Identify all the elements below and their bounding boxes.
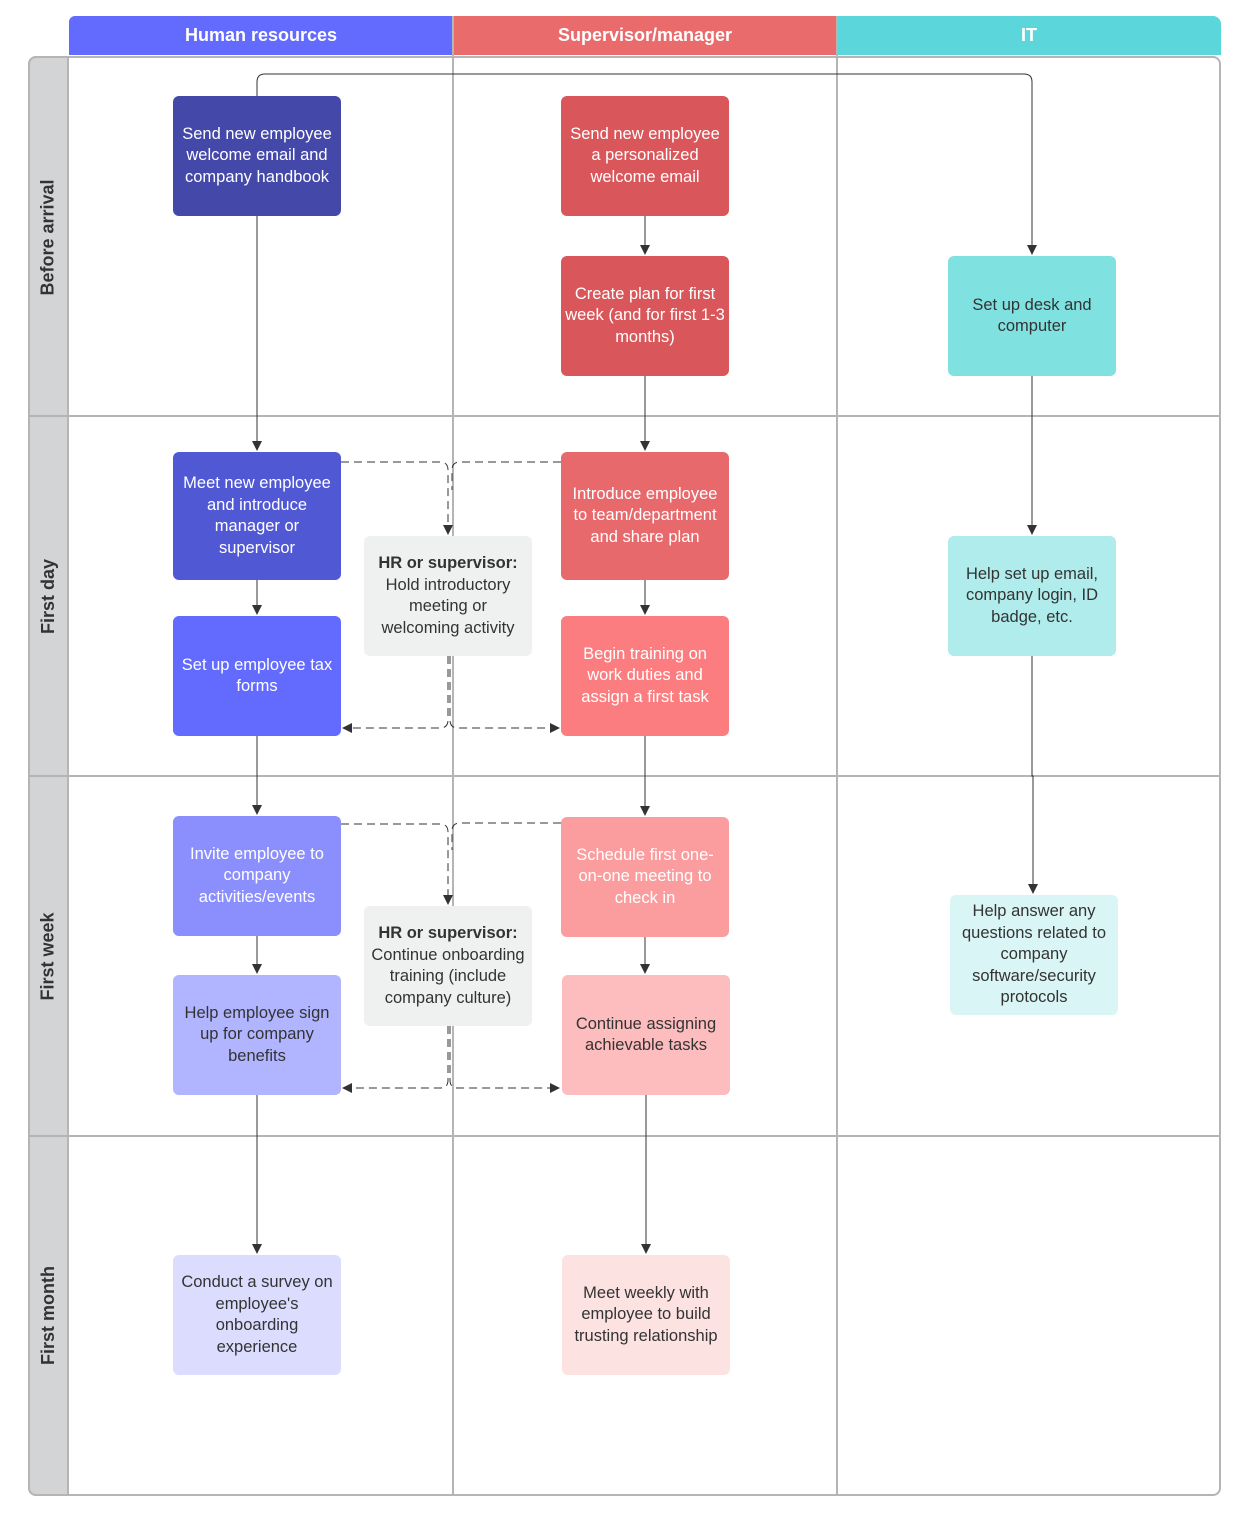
node-sup-create-plan[interactable]: Create plan for first week (and for firs… [561,256,729,376]
phase-label: First month [38,1265,58,1365]
node-text: Continue assigning achievable tasks [575,1014,717,1055]
node-text: Continue onboarding training (include co… [371,945,525,1007]
row-divider [28,1135,1221,1137]
node-it-email-login[interactable]: Help set up email, company login, ID bad… [948,536,1116,656]
lane-divider [836,16,838,1496]
node-text: Help answer any questions related to com… [961,902,1106,1007]
phase-before-arrival: Before arrival [28,56,69,416]
node-text: Help set up email, company login, ID bad… [965,564,1099,626]
node-hr-welcome-email[interactable]: Send new employee welcome email and comp… [173,96,341,216]
phase-label: First week [38,911,59,1001]
node-text: Create plan for first week (and for firs… [565,284,725,346]
node-text: Begin training on work duties and assign… [581,644,709,706]
node-text: Hold introductory meeting or welcoming a… [381,575,515,637]
node-text: Send new employee a personalized welcome… [570,124,720,186]
lane-label: Human resources [184,25,338,45]
node-shared-intro-meeting[interactable]: HR or supervisor: Hold introductory meeti… [364,536,532,656]
node-it-desk-computer[interactable]: Set up desk and computer [948,256,1116,376]
node-hr-survey[interactable]: Conduct a survey on employee's onboardin… [173,1255,341,1375]
node-text: Meet new employee and introduce manager … [183,474,331,557]
lane-header-supervisor-manager: Supervisor/manager [453,16,837,55]
node-hr-tax-forms[interactable]: Set up employee tax forms [173,616,341,736]
node-sup-introduce-team[interactable]: Introduce employee to team/department an… [561,452,729,580]
node-role-label: HR or supervisor: [378,554,518,572]
node-text: Conduct a survey on employee's onboardin… [181,1273,333,1356]
row-divider [28,775,1221,777]
lane-label: IT [1021,25,1037,45]
row-divider [28,415,1221,417]
node-shared-onboarding-training[interactable]: HR or supervisor: Continue onboarding tra… [364,906,532,1026]
node-text: Invite employee to company activities/ev… [190,844,324,906]
node-sup-meet-weekly[interactable]: Meet weekly with employee to build trust… [562,1255,730,1375]
lane-header-human-resources: Human resources [69,16,453,55]
phase-first-week: First week [28,776,69,1136]
node-sup-assign-tasks[interactable]: Continue assigning achievable tasks [562,975,730,1095]
node-text: Set up employee tax forms [181,655,333,696]
node-text: Meet weekly with employee to build trust… [574,1283,718,1345]
node-role-label: HR or supervisor: [378,924,518,942]
phase-first-day: First day [28,416,69,776]
node-hr-benefits[interactable]: Help employee sign up for company benefi… [173,975,341,1095]
phase-label: Before arrival [38,178,58,296]
node-text-wrap: HR or supervisor: Hold introductory meeti… [368,553,528,639]
node-hr-invite-activities[interactable]: Invite employee to company activities/ev… [173,816,341,936]
phase-first-month: First month [28,1136,69,1496]
lane-header-it: IT [837,16,1221,55]
node-text: Introduce employee to team/department an… [572,484,718,546]
lane-label: Supervisor/manager [557,25,733,45]
node-text: Send new employee welcome email and comp… [182,124,332,186]
node-hr-meet-employee[interactable]: Meet new employee and introduce manager … [173,452,341,580]
node-text: Schedule first one-on-one meeting to che… [576,845,714,907]
node-text: Set up desk and computer [972,295,1092,336]
node-sup-schedule-one-on-one[interactable]: Schedule first one-on-one meeting to che… [561,817,729,937]
node-text: Help employee sign up for company benefi… [184,1003,330,1065]
node-sup-personal-email[interactable]: Send new employee a personalized welcome… [561,96,729,216]
phase-label: First day [38,558,58,634]
node-it-answer-questions[interactable]: Help answer any questions related to com… [950,895,1118,1015]
node-sup-begin-training[interactable]: Begin training on work duties and assign… [561,616,729,736]
lane-divider [452,16,454,1496]
node-text-wrap: HR or supervisor: Continue onboarding tra… [368,923,528,1009]
